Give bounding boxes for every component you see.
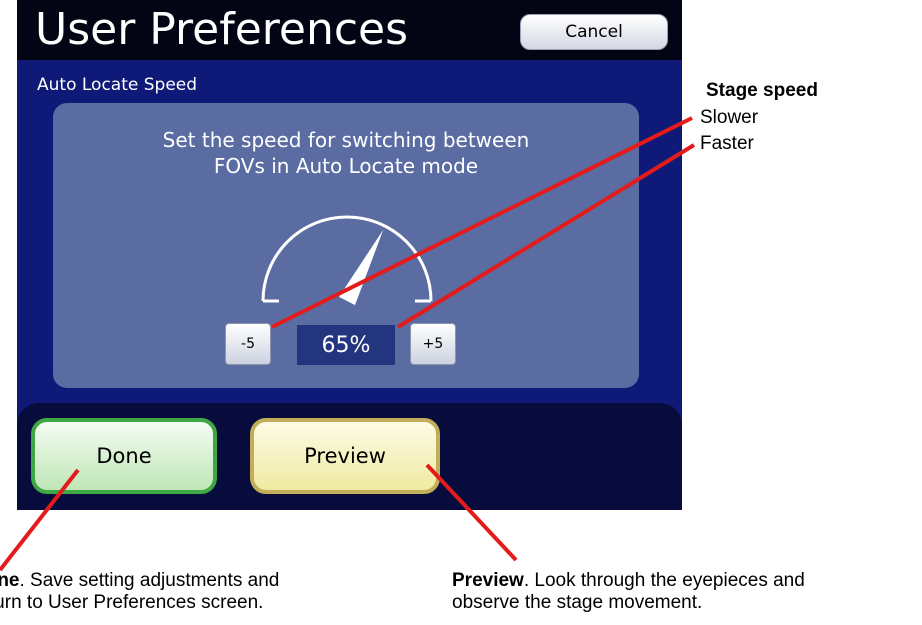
instructions-line-1: Set the speed for switching between [162, 128, 530, 152]
speed-value-display: 65% [297, 325, 395, 365]
increase-speed-button[interactable]: +5 [410, 323, 456, 365]
gauge-needle [339, 229, 384, 305]
stage-speed-heading: Stage speed [706, 80, 818, 101]
done-annotation-title: Done [0, 570, 20, 591]
speed-settings-panel: Set the speed for switching between FOVs… [53, 103, 639, 388]
done-annotation-text-1: . Save setting adjustments and [19, 570, 280, 591]
preview-annotation: Preview. Look through the eyepieces and … [452, 570, 805, 614]
preview-button[interactable]: Preview [250, 418, 440, 494]
preview-annotation-title: Preview [452, 570, 524, 591]
done-annotation-text-2: return to User Preferences screen. [0, 592, 264, 613]
done-annotation: Done. Save setting adjustments and retur… [0, 570, 380, 614]
speedometer-gauge-icon [261, 215, 433, 305]
stage-speed-faster-label: Faster [700, 133, 754, 154]
preview-annotation-text-2: observe the stage movement. [452, 592, 703, 613]
done-button[interactable]: Done [31, 418, 217, 494]
preview-annotation-text-1: . Look through the eyepieces and [523, 570, 805, 591]
cancel-button[interactable]: Cancel [520, 14, 668, 50]
stage-speed-slower-label: Slower [700, 107, 759, 128]
instructions-line-2: FOVs in Auto Locate mode [213, 154, 479, 178]
section-title: Auto Locate Speed [37, 75, 198, 95]
page-title: User Preferences [35, 4, 409, 55]
decrease-speed-button[interactable]: -5 [225, 323, 271, 365]
title-bar: User Preferences Cancel [17, 0, 682, 60]
user-preferences-screen: User Preferences Cancel Auto Locate Spee… [17, 0, 682, 510]
speed-instructions: Set the speed for switching between FOVs… [53, 127, 639, 179]
